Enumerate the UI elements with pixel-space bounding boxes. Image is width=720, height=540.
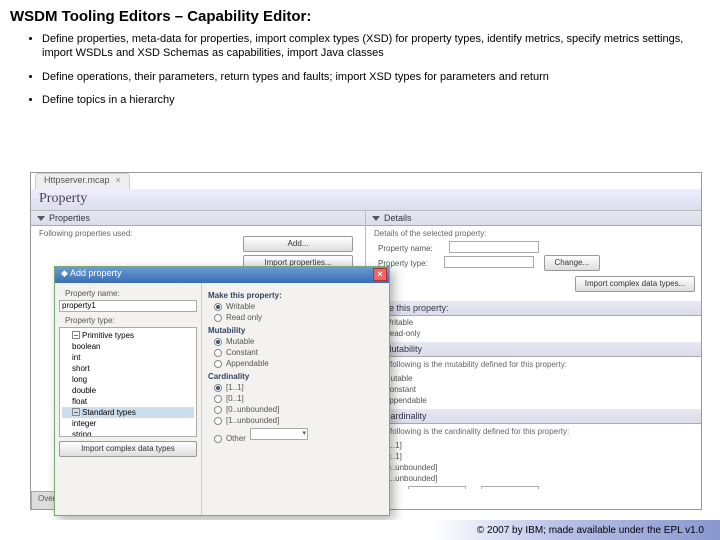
readonly-option[interactable]: Read-only xyxy=(372,329,695,338)
bullet-item: Define properties, meta-data for propert… xyxy=(42,33,704,61)
change-button[interactable]: Change... xyxy=(544,255,600,271)
writable-option[interactable]: Writable xyxy=(372,318,695,327)
bullet-item: Define operations, their parameters, ret… xyxy=(42,71,704,85)
card-01-option[interactable]: [0..1] xyxy=(372,452,695,461)
tree-item[interactable]: long xyxy=(62,374,194,385)
property-type-field[interactable] xyxy=(444,256,534,268)
dlg-type-label: Property type: xyxy=(65,316,191,325)
properties-header[interactable]: Properties xyxy=(31,211,365,226)
bullet-list: Define properties, meta-data for propert… xyxy=(0,33,720,108)
tree-item[interactable]: integer xyxy=(62,418,194,429)
bullet-item: Define topics in a hierarchy xyxy=(42,94,704,108)
editor-tab[interactable]: Httpserver.mcap× xyxy=(35,173,130,189)
card-other-option[interactable]: Otherto xyxy=(372,485,695,489)
cardinality-header[interactable]: Cardinality xyxy=(366,409,701,424)
dlg-card-0u-option[interactable]: [0..unbounded] xyxy=(214,405,377,414)
add-button[interactable]: Add... xyxy=(243,236,353,252)
editor-section-title: Property xyxy=(31,189,701,211)
dlg-cardinality-header: Cardinality xyxy=(208,372,383,381)
dlg-mutability-header: Mutability xyxy=(208,326,383,335)
dialog-icon: ◆ xyxy=(61,268,70,278)
details-intro: Details of the selected property: xyxy=(366,226,701,241)
dlg-make-header: Make this property: xyxy=(208,291,383,300)
dlg-card-01-option[interactable]: [0..1] xyxy=(214,394,377,403)
dlg-card-other-option[interactable]: Other xyxy=(214,427,377,443)
dialog-titlebar[interactable]: ◆ Add property × xyxy=(55,267,389,283)
tree-item[interactable]: short xyxy=(62,363,194,374)
dlg-mutable-option[interactable]: Mutable xyxy=(214,337,377,346)
copyright-text: © 2007 by IBM; made available under the … xyxy=(477,525,704,536)
footer: © 2007 by IBM; made available under the … xyxy=(0,520,720,540)
cardinality-intro: The following is the cardinality defined… xyxy=(366,424,701,439)
mutability-intro: The following is the mutability defined … xyxy=(366,357,701,372)
card-1u-option[interactable]: [1..unbounded] xyxy=(372,474,695,483)
dlg-card-11-option[interactable]: [1..1] xyxy=(214,383,377,392)
card-from-combo[interactable] xyxy=(408,486,466,489)
details-header[interactable]: Details xyxy=(366,211,701,226)
mutability-header[interactable]: Mutability xyxy=(366,342,701,357)
dlg-name-label: Property name: xyxy=(65,289,191,298)
add-property-dialog: ◆ Add property × Property name: property… xyxy=(54,266,390,516)
card-11-option[interactable]: [1..1] xyxy=(372,441,695,450)
tree-item[interactable]: string xyxy=(62,429,194,437)
dlg-readonly-option[interactable]: Read only xyxy=(214,313,377,322)
dlg-import-complex-button[interactable]: Import complex data types xyxy=(59,441,197,457)
details-panel: Details Details of the selected property… xyxy=(366,211,701,489)
tree-item[interactable]: double xyxy=(62,385,194,396)
mutable-option[interactable]: Mutable xyxy=(372,374,695,383)
property-name-field[interactable] xyxy=(449,241,539,253)
dlg-writable-option[interactable]: Writable xyxy=(214,302,377,311)
dlg-card-from-combo[interactable] xyxy=(250,428,308,440)
constant-option[interactable]: Constant xyxy=(372,385,695,394)
dialog-close-icon[interactable]: × xyxy=(373,268,387,281)
dlg-appendable-option[interactable]: Appendable xyxy=(214,359,377,368)
make-property-header[interactable]: Make this property: xyxy=(366,301,701,316)
property-name-label: Property name: xyxy=(378,244,433,253)
dlg-name-field[interactable]: property1 xyxy=(59,300,197,312)
type-tree[interactable]: −Primitive types boolean int short long … xyxy=(59,327,197,437)
import-complex-types-button[interactable]: Import complex data types... xyxy=(575,276,695,292)
dlg-constant-option[interactable]: Constant xyxy=(214,348,377,357)
appendable-option[interactable]: Appendable xyxy=(372,396,695,405)
card-0u-option[interactable]: [0..unbounded] xyxy=(372,463,695,472)
tree-item[interactable]: int xyxy=(62,352,194,363)
dlg-card-1u-option[interactable]: [1..unbounded] xyxy=(214,416,377,425)
close-icon[interactable]: × xyxy=(116,175,121,185)
tree-item[interactable]: boolean xyxy=(62,341,194,352)
card-to-combo[interactable] xyxy=(481,486,539,489)
tree-item[interactable]: float xyxy=(62,396,194,407)
slide-title: WSDM Tooling Editors – Capability Editor… xyxy=(0,0,720,29)
